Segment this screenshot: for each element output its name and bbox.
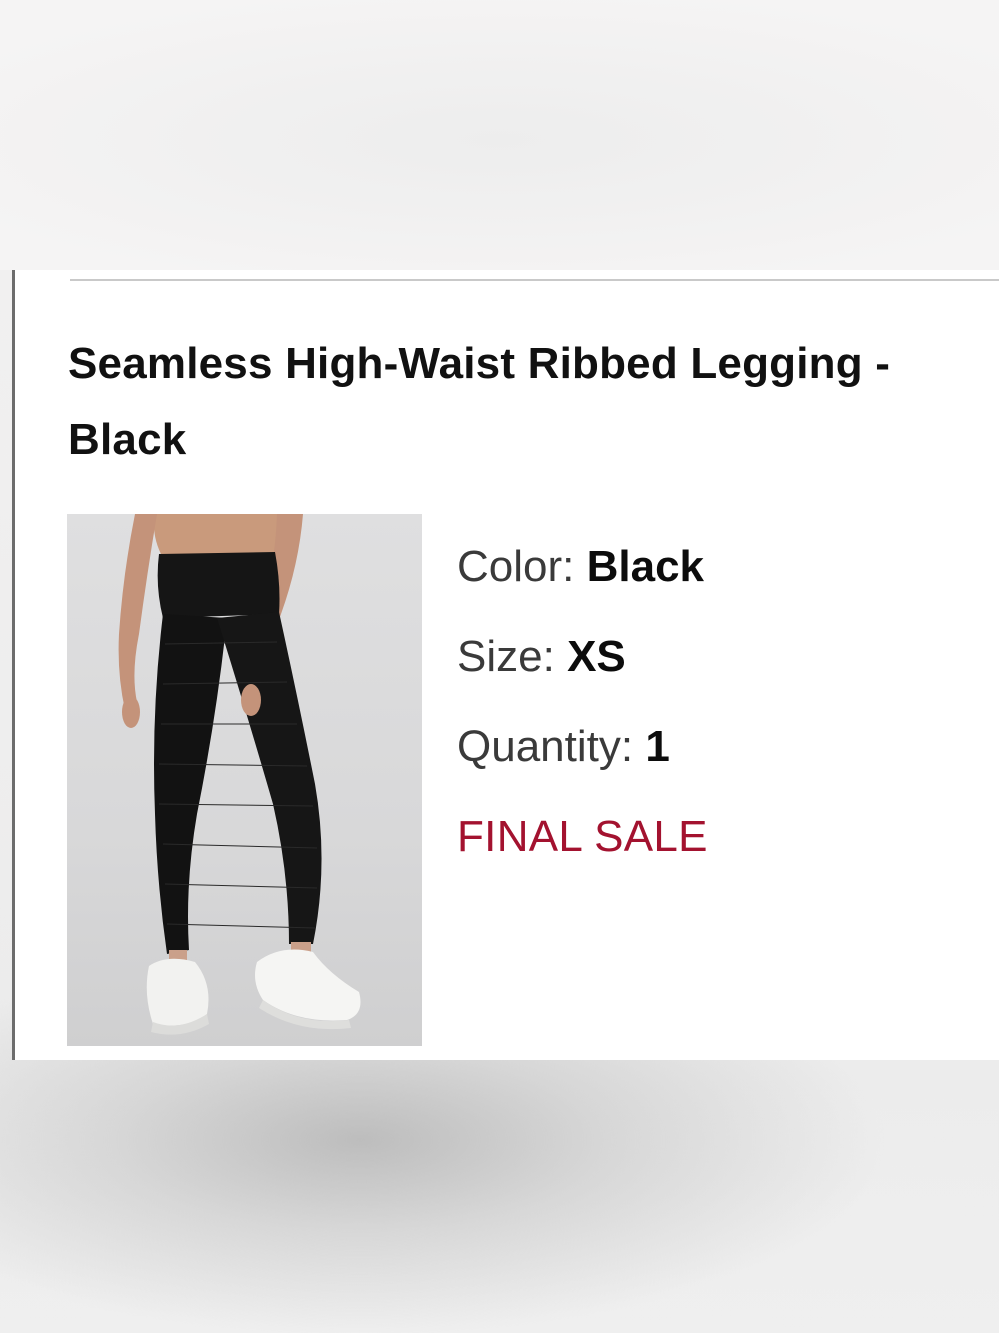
quantity-label: Quantity: (457, 722, 634, 771)
final-sale-badge: FINAL SALE (457, 812, 708, 861)
size-label: Size: (457, 632, 555, 681)
order-item-card: Seamless High-Waist Ribbed Legging - Bla… (12, 270, 999, 1060)
quantity-value: 1 (645, 722, 670, 771)
product-image[interactable] (67, 514, 422, 1046)
item-details: Color: Black Size: XS Quantity: 1 FINAL … (457, 522, 977, 882)
size-value: XS (567, 632, 626, 681)
legging-illustration (118, 514, 361, 1035)
divider (70, 279, 999, 281)
color-row: Color: Black (457, 522, 977, 612)
color-value: Black (586, 542, 705, 591)
quantity-row: Quantity: 1 (457, 702, 977, 792)
size-row: Size: XS (457, 612, 977, 702)
color-label: Color: (457, 542, 575, 591)
product-title[interactable]: Seamless High-Waist Ribbed Legging - Bla… (68, 326, 978, 478)
background-blur-top (0, 0, 999, 270)
